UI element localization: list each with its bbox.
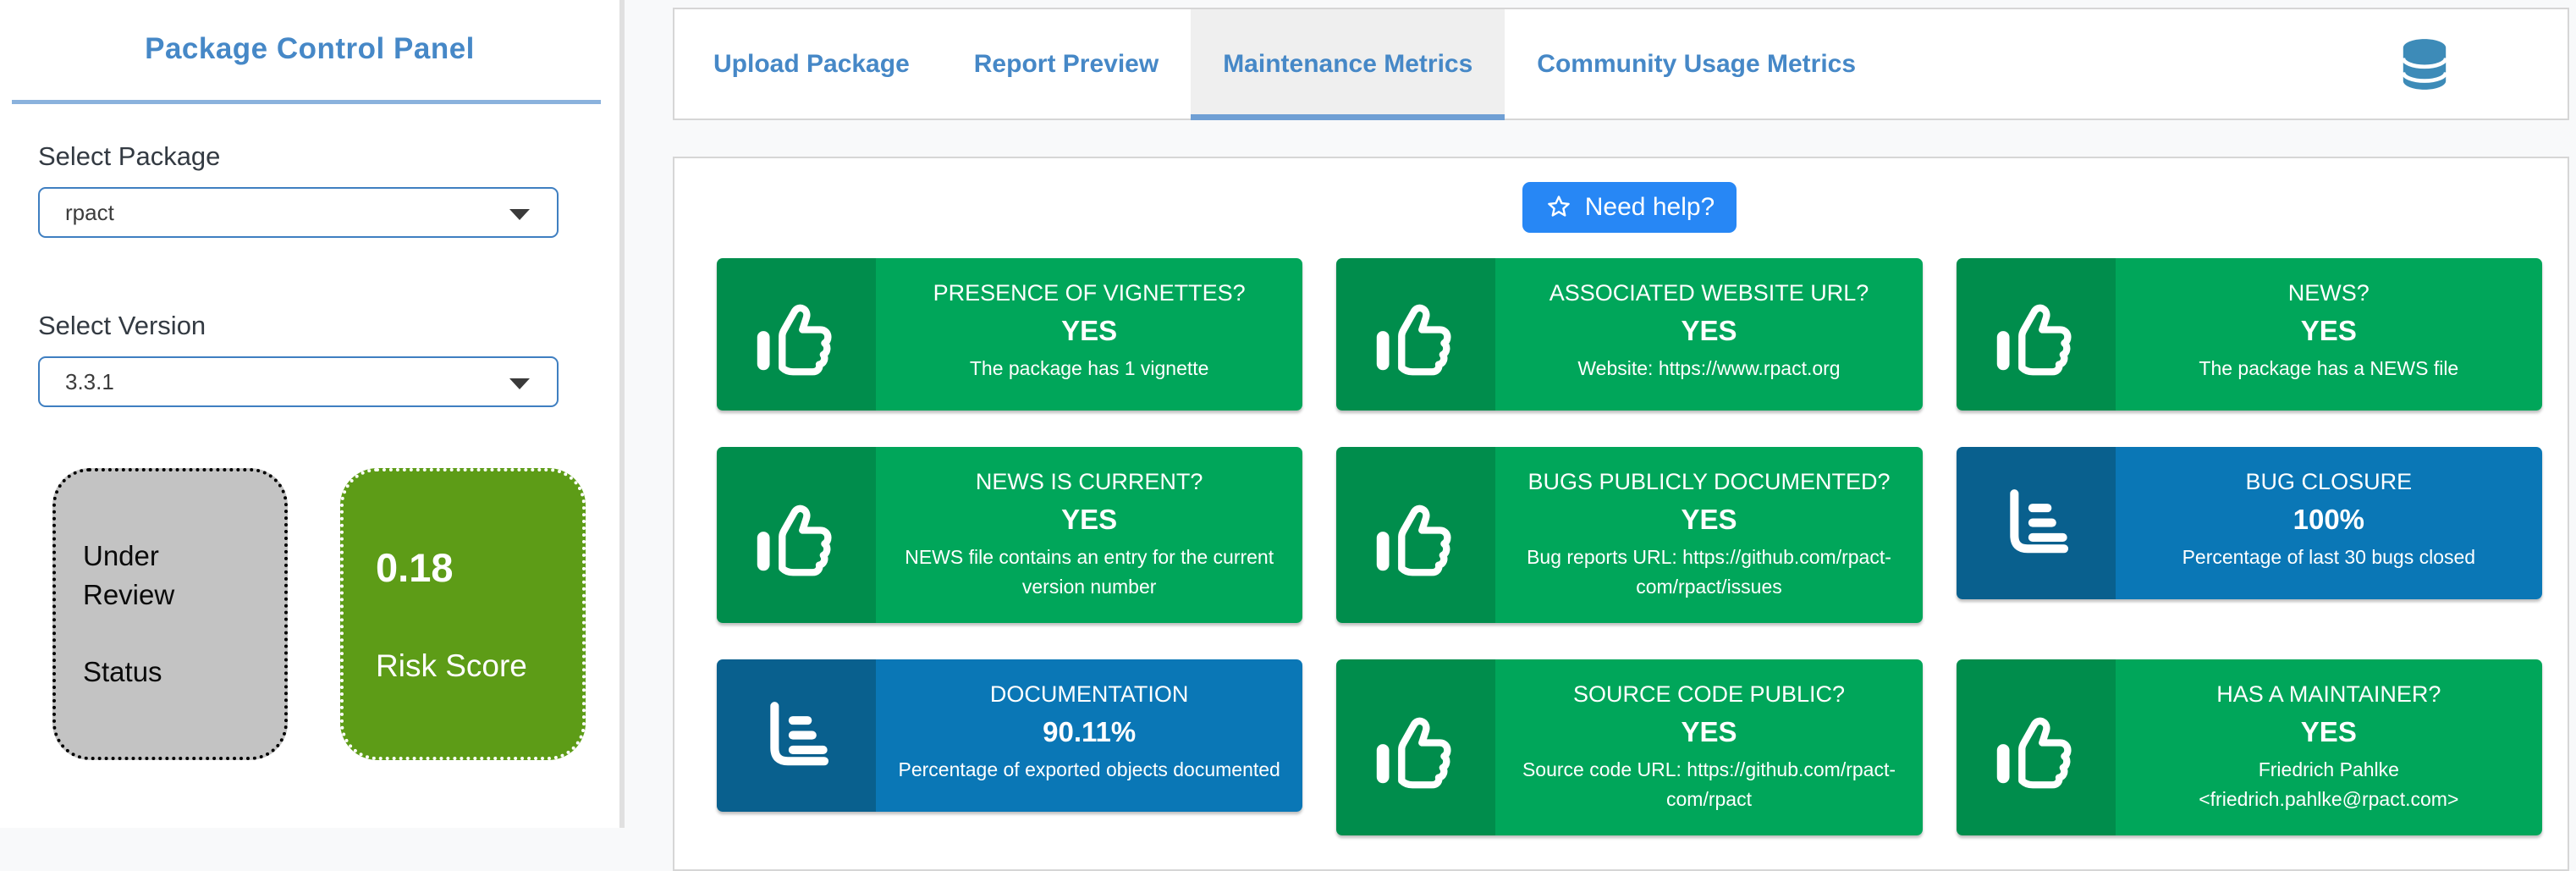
thumbs-up-icon [1336,258,1495,411]
metric-value: 100% [2138,504,2520,536]
metric-value: YES [1517,716,1900,748]
metric-subtitle: The package has 1 vignette [898,354,1280,383]
metric-value: YES [898,315,1280,347]
metric-subtitle: Friedrich Pahlke <friedrich.pahlke@rpact… [2138,755,2520,813]
metric-subtitle: The package has a NEWS file [2138,354,2520,383]
star-icon [1544,193,1573,222]
metric-subtitle: Percentage of last 30 bugs closed [2138,543,2520,572]
select-version-label: Select Version [38,311,619,341]
badge-row: Under Review Status 0.18 Risk Score [52,468,619,760]
metric-subtitle: NEWS file contains an entry for the curr… [898,543,1280,601]
need-help-button[interactable]: Need help? [1522,182,1737,233]
maintenance-metrics-panel: Need help? PRESENCE OF VIGNETTES? YES Th… [673,157,2569,871]
risk-score-value: 0.18 [376,544,582,591]
tab-bar: Upload PackageReport PreviewMaintenance … [673,8,2569,120]
thumbs-up-icon [1957,659,2116,835]
tab-bar-tabs: Upload PackageReport PreviewMaintenance … [681,9,1888,119]
status-badge: Under Review Status [52,468,288,760]
thumbs-up-icon [717,447,876,623]
metric-title: NEWS IS CURRENT? [898,467,1280,497]
metric-grid: PRESENCE OF VIGNETTES? YES The package h… [717,258,2542,835]
sidebar-divider [12,100,601,104]
metric-card: NEWS IS CURRENT? YES NEWS file contains … [717,447,1302,623]
select-version-dropdown[interactable]: 3.3.1 [38,356,559,407]
chevron-down-icon [509,378,530,389]
thumbs-up-icon [1336,447,1495,623]
package-control-panel: Package Control Panel Select Package rpa… [0,0,619,828]
metric-title: ASSOCIATED WEBSITE URL? [1517,278,1900,308]
select-package-dropdown[interactable]: rpact [38,187,559,238]
metric-card: BUG CLOSURE 100% Percentage of last 30 b… [1957,447,2542,599]
metric-card: BUGS PUBLICLY DOCUMENTED? YES Bug report… [1336,447,1922,623]
risk-score-label: Risk Score [376,648,582,684]
tab-community-usage-metrics[interactable]: Community Usage Metrics [1505,9,1888,119]
bar-chart-icon [1957,447,2116,599]
metric-subtitle: Bug reports URL: https://github.com/rpac… [1517,543,1900,601]
tab-maintenance-metrics[interactable]: Maintenance Metrics [1191,9,1505,119]
select-package-label: Select Package [38,141,619,172]
metric-title: NEWS? [2138,278,2520,308]
tab-upload-package[interactable]: Upload Package [681,9,942,119]
metric-title: HAS A MAINTAINER? [2138,680,2520,709]
metric-card: DOCUMENTATION 90.11% Percentage of expor… [717,659,1302,812]
database-icon[interactable] [2401,36,2448,92]
metric-card: NEWS? YES The package has a NEWS file [1957,258,2542,411]
status-badge-text: Under Review Status [83,537,218,691]
metric-value: YES [1517,504,1900,536]
metric-subtitle: Website: https://www.rpact.org [1517,354,1900,383]
select-package-value: rpact [65,200,114,226]
metric-title: BUGS PUBLICLY DOCUMENTED? [1517,467,1900,497]
metric-value: YES [2138,716,2520,748]
metric-card: ASSOCIATED WEBSITE URL? YES Website: htt… [1336,258,1922,411]
metric-value: YES [898,504,1280,536]
main-area: Upload PackageReport PreviewMaintenance … [625,0,2576,828]
thumbs-up-icon [1957,258,2116,411]
metric-subtitle: Percentage of exported objects documente… [898,755,1280,785]
select-version-value: 3.3.1 [65,369,114,395]
app-root: Package Control Panel Select Package rpa… [0,0,2576,828]
metric-card: PRESENCE OF VIGNETTES? YES The package h… [717,258,1302,411]
risk-score-badge: 0.18 Risk Score [340,468,586,760]
metric-value: 90.11% [898,716,1280,748]
thumbs-up-icon [717,258,876,411]
metric-value: YES [2138,315,2520,347]
tab-report-preview[interactable]: Report Preview [942,9,1191,119]
bar-chart-icon [717,659,876,812]
metric-card: HAS A MAINTAINER? YES Friedrich Pahlke <… [1957,659,2542,835]
metric-value: YES [1517,315,1900,347]
metric-subtitle: Source code URL: https://github.com/rpac… [1517,755,1900,813]
chevron-down-icon [509,209,530,220]
metric-title: BUG CLOSURE [2138,467,2520,497]
metric-title: PRESENCE OF VIGNETTES? [898,278,1280,308]
need-help-label: Need help? [1585,193,1715,222]
sidebar-title: Package Control Panel [0,32,619,66]
metric-title: SOURCE CODE PUBLIC? [1517,680,1900,709]
metric-card: SOURCE CODE PUBLIC? YES Source code URL:… [1336,659,1922,835]
thumbs-up-icon [1336,659,1495,835]
metric-title: DOCUMENTATION [898,680,1280,709]
